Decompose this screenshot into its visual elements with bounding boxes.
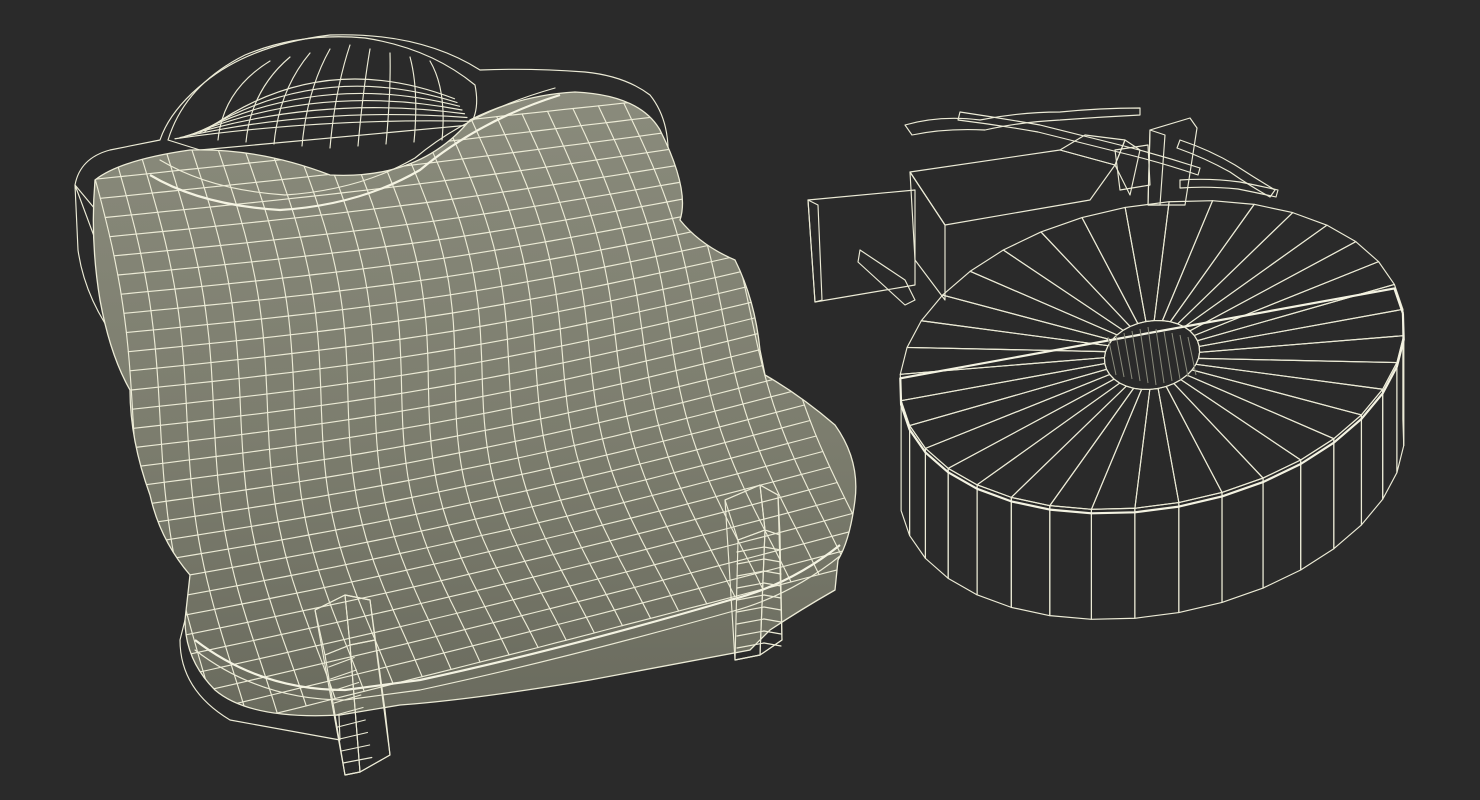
ring-top-segment — [1010, 385, 1135, 507]
ring-top-segment — [1195, 357, 1398, 390]
dome-wire — [329, 44, 351, 149]
ring-top-segment — [1173, 379, 1302, 479]
ring-top-segment — [1040, 217, 1139, 328]
ring-hole-inner-line — [1123, 332, 1133, 380]
ring-top-segment — [899, 357, 1106, 402]
ring-top-segment — [1198, 308, 1405, 353]
ring-center-hole — [1103, 320, 1201, 390]
ring-top-segment — [1183, 224, 1357, 332]
tab-segment — [340, 744, 371, 752]
dome-wire — [357, 48, 371, 147]
ring-top-segment — [947, 378, 1121, 486]
render-viewport — [0, 0, 1480, 800]
ring-side-segment — [1360, 388, 1384, 526]
ring-hole-inner-line — [1115, 334, 1125, 378]
ring-hole-inner-line — [1163, 330, 1173, 382]
ring-top-segment — [1196, 283, 1404, 347]
dome-wire-lines — [174, 44, 471, 149]
ring-top-segment — [1134, 387, 1180, 509]
ring-side-segment — [1382, 362, 1398, 500]
ring-side-segment — [1134, 502, 1180, 619]
side-fin — [807, 189, 916, 306]
ring-top-segment — [1165, 382, 1264, 493]
ring-hole-inner-line — [1171, 332, 1181, 380]
ring-side-segment — [1300, 438, 1335, 571]
ring-hole-inner-line — [1139, 328, 1149, 384]
ring-side-segment — [1049, 505, 1093, 620]
tab-segment — [763, 642, 782, 647]
ring-top-segment — [1081, 206, 1147, 325]
ring-disc-mesh — [807, 107, 1405, 620]
ring-side-segment — [1010, 496, 1051, 617]
ring-top-segment — [1186, 369, 1363, 440]
ring-hole-inner-line — [1131, 330, 1141, 382]
tab-segment — [342, 756, 373, 764]
pouch-inner-dome — [167, 36, 478, 151]
wireframe-render — [74, 34, 1405, 776]
ring-top-segment — [1002, 231, 1131, 331]
dome-wire — [385, 52, 391, 145]
clip-bracket — [909, 117, 1198, 301]
rounded-pouch-mesh — [74, 34, 857, 776]
tab-segment — [337, 719, 366, 728]
ring-side-segment — [1221, 477, 1264, 603]
tab-segment — [339, 731, 368, 740]
ring-rim-line — [899, 287, 1405, 515]
ring-top-segment — [1157, 385, 1223, 504]
ring-hole-inner-line — [1107, 336, 1117, 376]
ring-top-segment — [941, 270, 1118, 341]
ring-hole-inner-line — [1155, 328, 1165, 384]
ring-side-segment — [1178, 491, 1223, 614]
cord-wires — [904, 107, 1279, 198]
dome-wire — [409, 56, 417, 143]
ring-hole-inner-line — [1147, 326, 1157, 386]
ring-side-segment — [1090, 507, 1136, 620]
ring-hole-inner-line — [1179, 334, 1189, 378]
ring-side-segment — [976, 484, 1012, 608]
ring-top-segment — [1169, 203, 1294, 325]
ring-top-segment — [1124, 201, 1170, 323]
